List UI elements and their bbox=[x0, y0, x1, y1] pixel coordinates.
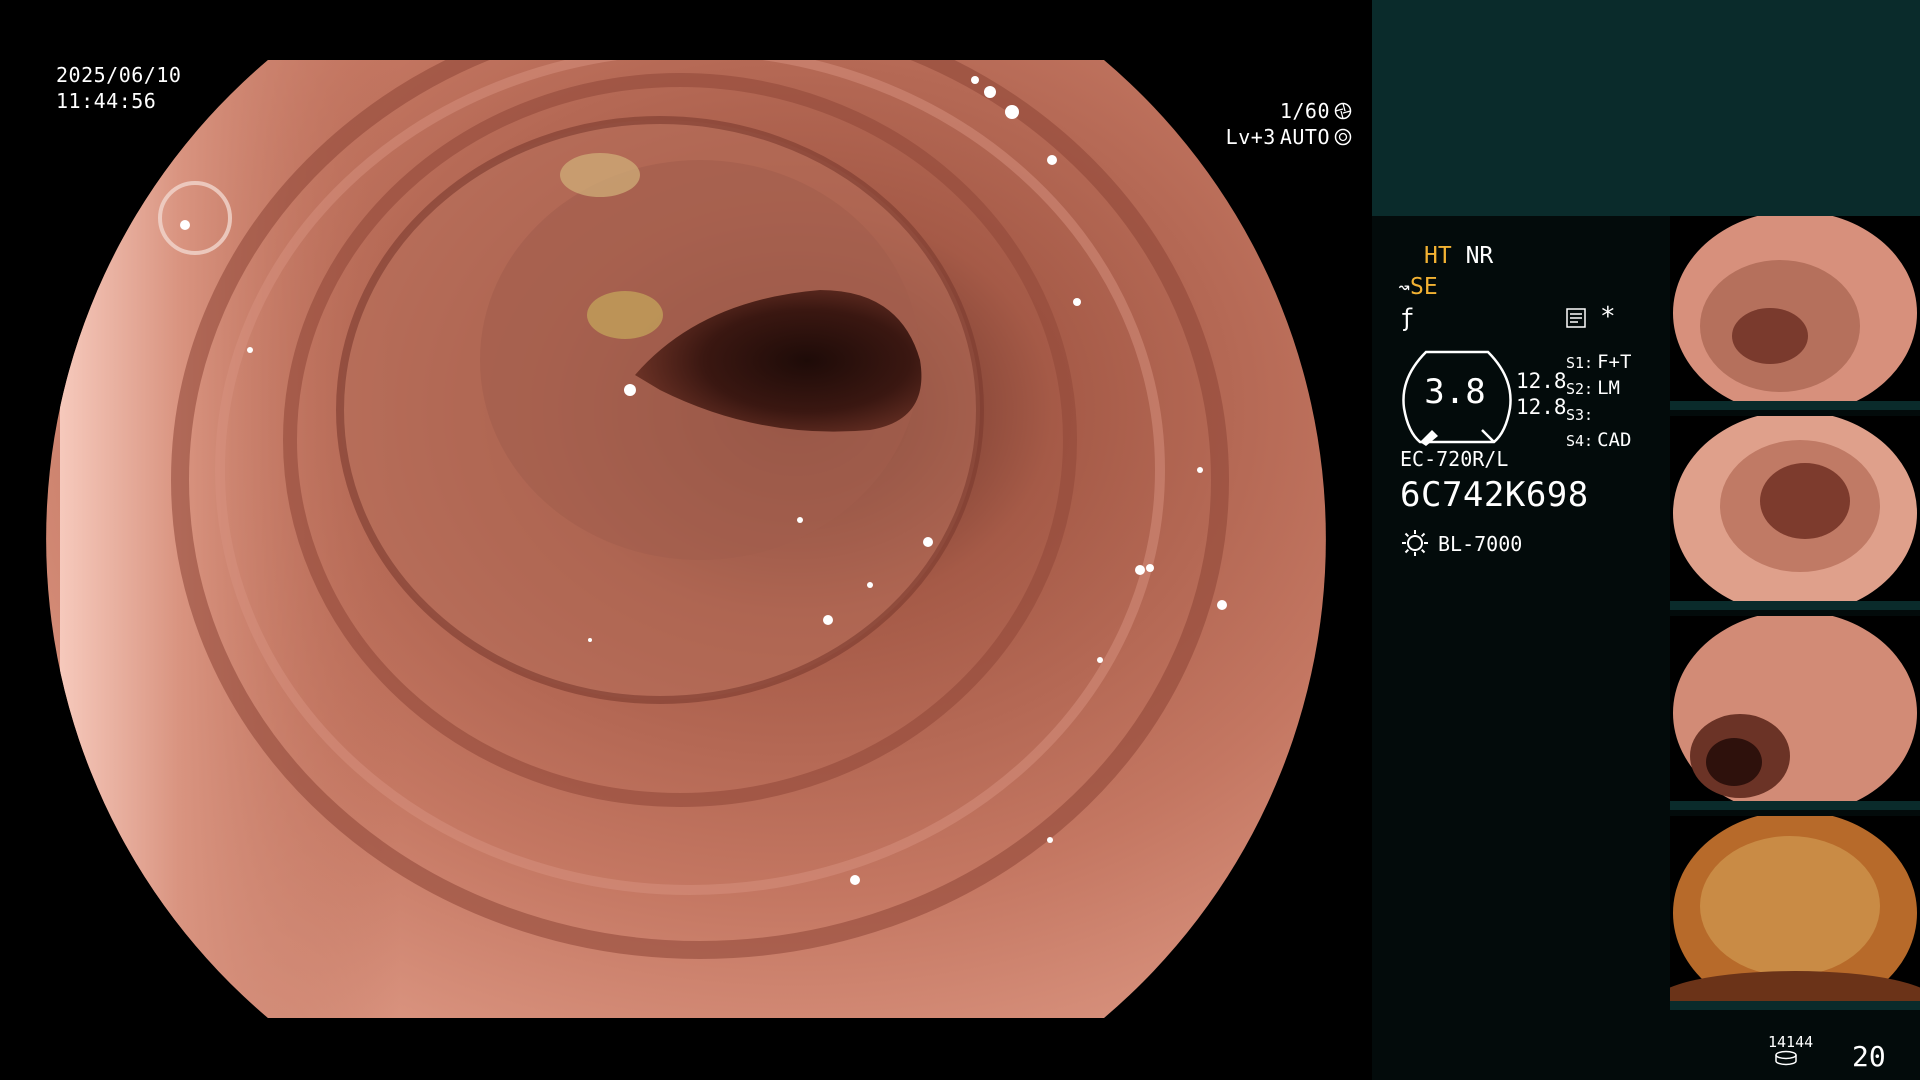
mode-nr: NR bbox=[1465, 243, 1494, 269]
iris-mode-text: AUTO bbox=[1279, 125, 1330, 149]
frame-count: 20 bbox=[1852, 1040, 1886, 1073]
iris-icon bbox=[1334, 128, 1352, 146]
freeze-icon: ƒ bbox=[1400, 304, 1415, 332]
thumbnail-4[interactable] bbox=[1670, 816, 1920, 1010]
disk-icon bbox=[1775, 1050, 1797, 1066]
asterisk-indicator: * bbox=[1600, 302, 1616, 332]
thumbnail-1[interactable] bbox=[1670, 216, 1920, 410]
scope-serial: 6C742K698 bbox=[1400, 475, 1589, 515]
scale-top: 12.8 bbox=[1516, 369, 1567, 393]
endoscope-image bbox=[46, 60, 1326, 1018]
setting-s3: S3: bbox=[1566, 406, 1594, 424]
light-source-model: BL-7000 bbox=[1438, 532, 1523, 556]
gauge-value: 3.8 bbox=[1424, 372, 1486, 412]
thumbnail-3[interactable] bbox=[1670, 616, 1920, 810]
record-count: 14144 bbox=[1768, 1033, 1814, 1051]
endoscope-live-view: 2025/06/10 11:44:56 1/60 Lv+3 AUTO bbox=[0, 0, 1372, 1080]
scale-values: 12.8 12.8 bbox=[1516, 368, 1567, 420]
date-time-overlay: 2025/06/10 11:44:56 bbox=[56, 62, 181, 114]
mode-row-1: HT NR bbox=[1424, 242, 1493, 270]
structure-enhance-icon: ↝ bbox=[1398, 275, 1411, 299]
setting-s2: S2: LM bbox=[1566, 377, 1620, 399]
scope-info: HT NR ↝SE ƒ * 3.8 12.8 12.8 S1: F+T S2: LM… bbox=[1372, 0, 1672, 1080]
exposure-overlay: 1/60 Lv+3 AUTO bbox=[1152, 98, 1352, 150]
brightness-level-text: Lv+3 bbox=[1225, 125, 1276, 149]
mode-se: SE bbox=[1410, 274, 1438, 300]
scope-model: EC-720R/L bbox=[1400, 447, 1509, 471]
setting-s4: S4: CAD bbox=[1566, 429, 1632, 451]
time-text: 11:44:56 bbox=[56, 89, 157, 113]
memo-icon bbox=[1566, 308, 1586, 328]
light-source-icon bbox=[1402, 530, 1428, 556]
date-text: 2025/06/10 bbox=[56, 63, 182, 87]
shutter-speed-text: 1/60 bbox=[1279, 99, 1330, 123]
thumbnail-2[interactable] bbox=[1670, 416, 1920, 610]
aperture-icon bbox=[1334, 102, 1352, 120]
captured-thumbnails bbox=[1670, 216, 1920, 1016]
mode-ht: HT bbox=[1424, 243, 1452, 269]
scale-bottom: 12.8 bbox=[1516, 395, 1567, 419]
switch-settings: S1: F+T S2: LM S3: S4: CAD bbox=[1566, 350, 1631, 454]
mode-row-2: ↝SE bbox=[1398, 273, 1438, 301]
setting-s1: S1: F+T bbox=[1566, 351, 1632, 373]
